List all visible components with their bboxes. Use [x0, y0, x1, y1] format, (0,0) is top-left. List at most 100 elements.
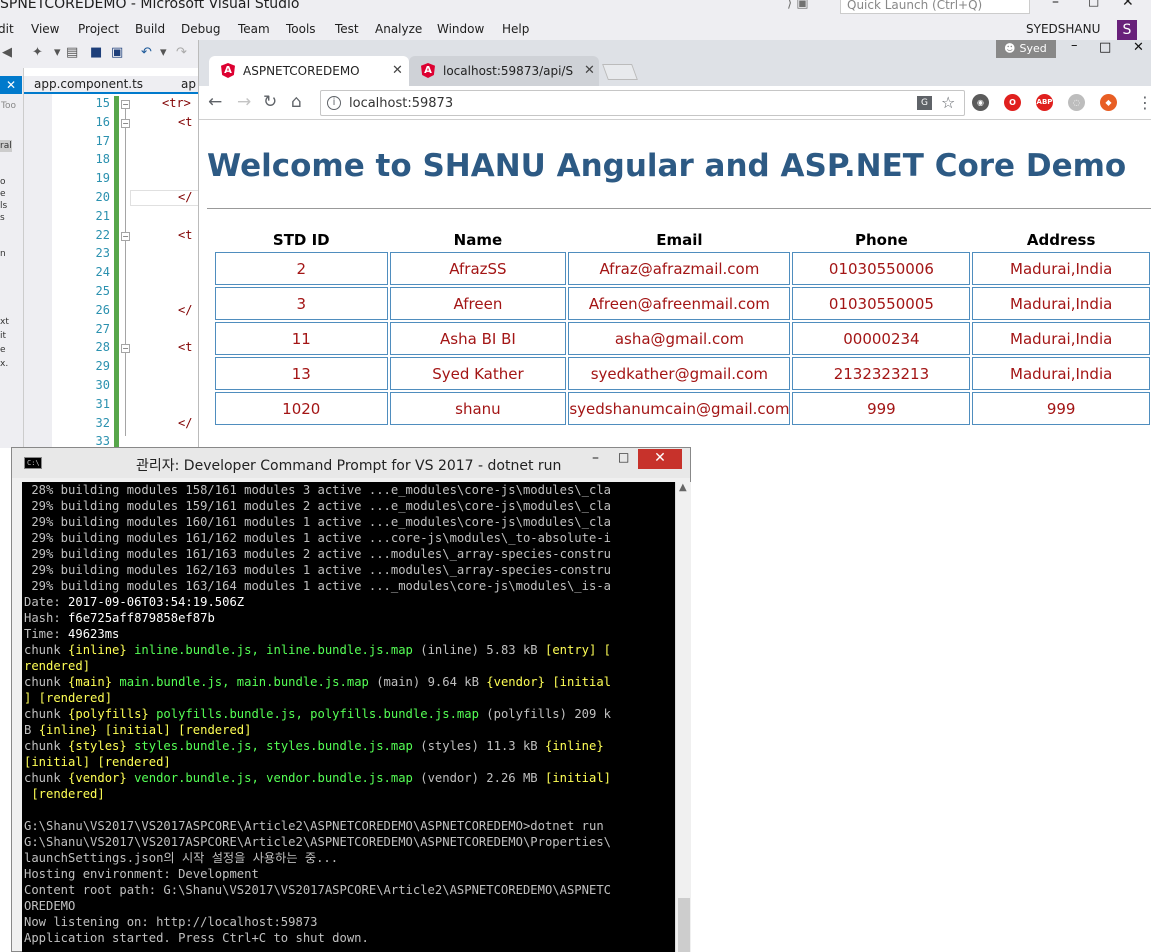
console-scrollbar[interactable]: ▲	[675, 482, 691, 952]
forward-arrow-icon[interactable]: →	[237, 92, 251, 112]
camera-extension-icon[interactable]: ◉	[972, 94, 989, 111]
cell-email: syedshanumcain@gmail.com	[568, 392, 791, 425]
dropdown-icon[interactable]: ▾	[54, 45, 61, 60]
line-number: 15	[95, 96, 110, 110]
left-fragment: xt	[0, 317, 9, 327]
vs-user-avatar[interactable]: S	[1117, 20, 1137, 40]
cell-email: Afraz@afrazmail.com	[568, 252, 791, 285]
close-icon[interactable]: ✕	[0, 76, 22, 94]
menu-item-analyze[interactable]: Analyze	[375, 22, 422, 36]
quick-launch-input[interactable]: Quick Launch (Ctrl+Q)	[840, 0, 1030, 14]
menu-item-tools[interactable]: Tools	[286, 22, 316, 36]
url-text[interactable]: localhost:59873	[349, 96, 453, 111]
console-line: [rendered]	[24, 786, 104, 802]
code-line-16: <t	[178, 115, 193, 129]
vs-nav-icon[interactable]: ⟩ ▣	[787, 0, 809, 11]
back-icon[interactable]: ◀	[2, 45, 12, 60]
line-number: 19	[95, 171, 110, 185]
save-icon[interactable]: ■	[90, 45, 102, 60]
vs-close-button[interactable]: ✕	[1122, 0, 1134, 10]
console-output[interactable]: 28% building modules 158/161 modules 3 a…	[22, 482, 675, 952]
shield-extension-icon[interactable]: ◆	[1100, 94, 1117, 111]
chunk-text: chunk	[24, 707, 69, 721]
time-value: 49623ms	[68, 627, 120, 641]
chat-extension-icon[interactable]: ◌	[1068, 94, 1085, 111]
undo-icon[interactable]: ↶	[141, 45, 152, 60]
console-line: ] [rendered]	[24, 690, 112, 706]
chunk-text: chunk	[24, 643, 69, 657]
doc-tab-second[interactable]: ap	[181, 77, 196, 91]
new-project-icon[interactable]: ✦	[32, 45, 43, 60]
search-fragment[interactable]: Too	[1, 100, 16, 112]
tab-close-icon[interactable]: ✕	[584, 63, 595, 78]
menu-item-window[interactable]: Window	[437, 22, 484, 36]
new-tab-button[interactable]	[602, 64, 638, 80]
line-number: 31	[95, 397, 110, 411]
vs-toolbar: ◀ ✦ ▾ ▤ ■ ▣ ↶ ▾ ↷	[0, 40, 200, 68]
console-line: Date: 2017-09-06T03:54:19.506Z	[24, 594, 244, 610]
collapse-icon[interactable]: −	[121, 100, 130, 109]
profile-chip[interactable]: ☻ Syed	[996, 40, 1056, 58]
line-number: 32	[95, 416, 110, 430]
console-line: Time: 49623ms	[24, 626, 119, 642]
chunk-size: (inline) 5.83 kB	[412, 643, 545, 657]
menu-item-test[interactable]: Test	[335, 22, 359, 36]
home-icon[interactable]: ⌂	[291, 92, 302, 112]
cmd-maximize-button[interactable]: □	[618, 450, 629, 464]
doc-tab-app-component[interactable]: app.component.ts	[34, 77, 143, 91]
reload-icon[interactable]: ↻	[263, 92, 277, 112]
menu-item-team[interactable]: Team	[238, 22, 270, 36]
vs-user-name[interactable]: SYEDSHANU	[1026, 22, 1100, 36]
vs-minimize-button[interactable]: –	[1052, 0, 1059, 10]
console-line: chunk {inline} inline.bundle.js, inline.…	[24, 642, 611, 658]
address-bar[interactable]: i localhost:59873 G ☆	[320, 90, 965, 116]
students-table: STD ID Name Email Phone Address 2 AfrazS…	[213, 228, 1151, 427]
menu-item-project[interactable]: Project	[78, 22, 119, 36]
opera-extension-icon[interactable]: O	[1004, 94, 1021, 111]
cmd-close-button[interactable]: ✕	[638, 449, 682, 469]
tab-close-icon[interactable]: ✕	[392, 63, 403, 78]
menu-item-edit[interactable]: dit	[0, 22, 14, 36]
browser-close-button[interactable]: ✕	[1133, 40, 1144, 55]
cell-phone: 00000234	[792, 322, 971, 355]
menu-item-build[interactable]: Build	[135, 22, 165, 36]
line-number: 30	[95, 378, 110, 392]
cell-email: asha@gmail.com	[568, 322, 791, 355]
line-number: 29	[95, 359, 110, 373]
browser-tab-api[interactable]: A localhost:59873/api/Stud ✕	[409, 56, 599, 86]
undo-dropdown-icon[interactable]: ▾	[160, 45, 167, 60]
bookmark-star-icon[interactable]: ☆	[941, 93, 955, 112]
line-number: 27	[95, 322, 110, 336]
cell-std-id: 3	[215, 287, 388, 320]
browser-maximize-button[interactable]: □	[1099, 40, 1111, 55]
menu-item-help[interactable]: Help	[502, 22, 529, 36]
cell-phone: 2132323213	[792, 357, 971, 390]
redo-icon[interactable]: ↷	[176, 45, 187, 60]
code-line-15: <tr>	[162, 96, 191, 110]
scrollbar-thumb[interactable]	[678, 898, 690, 952]
browser-tab-active[interactable]: A ASPNETCOREDEMO ✕	[209, 56, 409, 86]
browser-window: ☻ Syed – □ ✕ A ASPNETCOREDEMO ✕ A localho…	[198, 38, 1151, 450]
browser-menu-icon[interactable]: ⋮	[1137, 93, 1151, 112]
collapse-icon[interactable]: −	[121, 344, 130, 353]
cell-phone: 999	[792, 392, 971, 425]
browser-minimize-button[interactable]: –	[1071, 38, 1078, 53]
scroll-up-icon[interactable]: ▲	[679, 482, 687, 493]
left-fragment: e	[0, 345, 6, 355]
cell-name: Syed Kather	[389, 357, 567, 390]
back-arrow-icon[interactable]: ←	[208, 92, 222, 112]
menu-item-view[interactable]: View	[31, 22, 59, 36]
vs-maximize-button[interactable]: □	[1088, 0, 1099, 8]
code-editor[interactable]: 15 16 17 18 19 20 21 22 23 24 25 26 27 2…	[24, 92, 200, 450]
info-icon[interactable]: i	[327, 96, 341, 110]
open-folder-icon[interactable]: ▤	[66, 45, 78, 60]
save-all-icon[interactable]: ▣	[111, 45, 123, 60]
collapse-icon[interactable]: −	[121, 232, 130, 241]
column-header: Address	[1026, 231, 1096, 249]
cell-phone: 01030550006	[792, 252, 971, 285]
menu-item-debug[interactable]: Debug	[181, 22, 220, 36]
collapse-icon[interactable]: −	[121, 119, 130, 128]
adblock-plus-icon[interactable]: ABP	[1036, 94, 1053, 111]
translate-icon[interactable]: G	[917, 96, 932, 110]
cmd-minimize-button[interactable]: –	[592, 450, 599, 466]
